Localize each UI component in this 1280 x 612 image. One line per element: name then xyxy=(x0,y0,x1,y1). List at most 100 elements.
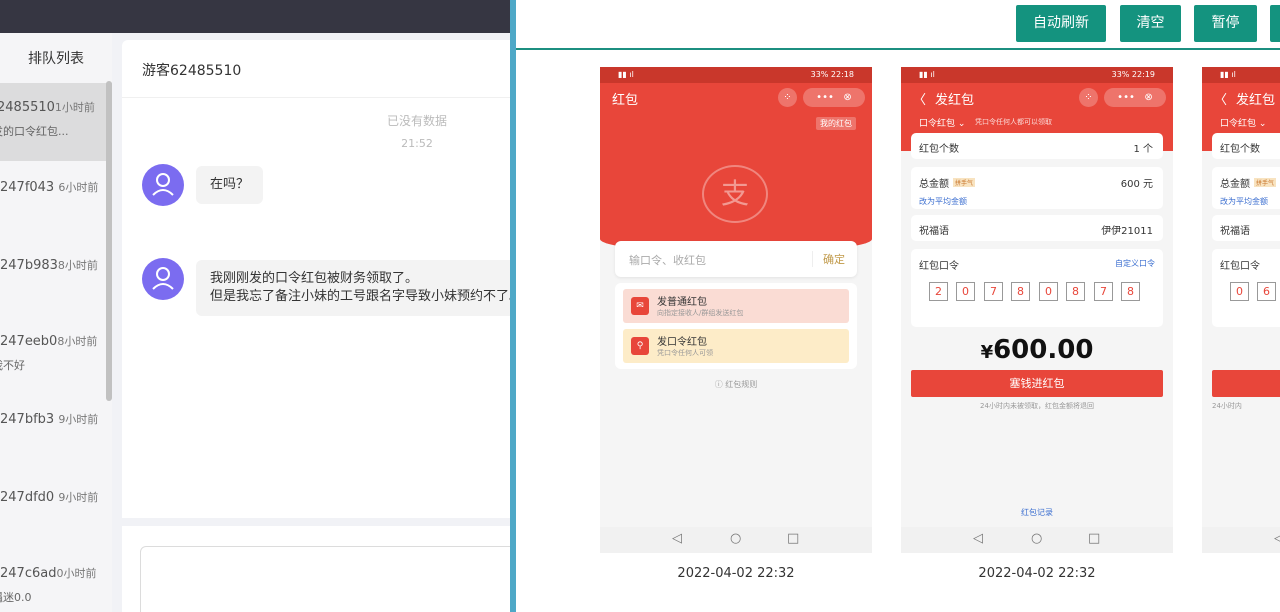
queue-title: 排队列表 xyxy=(28,51,84,67)
signal-icon: ▮▮ ıl xyxy=(919,70,935,79)
scan-icon: ⁘ xyxy=(778,88,797,107)
pay-button: 塞钱进红包 xyxy=(911,370,1163,397)
my-redpacket-link: 我的红包 xyxy=(816,117,856,130)
code-digit: 8 xyxy=(1011,282,1030,301)
close-icon: ⊗ xyxy=(843,92,852,103)
queue-item-preview: 发的口令红包... xyxy=(0,125,69,138)
close-icon: ⊗ xyxy=(1144,92,1153,103)
queue-item[interactable]: 247eeb08小时前 我不好 xyxy=(0,317,112,395)
queue-list: 排队列表 24855101小时前 发的口令红包... 247f043 6小时前 … xyxy=(0,33,112,612)
clear-button[interactable]: 清空 xyxy=(1120,5,1181,42)
option-title: 发口令红包 xyxy=(657,337,707,348)
auto-refresh-button[interactable]: 自动刷新 xyxy=(1016,5,1106,42)
android-nav-bar: ◁ xyxy=(1202,527,1280,553)
total-value: 600 元 xyxy=(1120,179,1153,190)
refund-hint: 24小时内 xyxy=(1212,402,1242,410)
nav-recent-icon: □ xyxy=(787,531,800,546)
confirm-label: 确定 xyxy=(812,251,845,267)
redpacket-type: 口令红包 ⌄ xyxy=(1220,119,1267,129)
count-row: 红包个数 1 个 xyxy=(911,133,1163,159)
code-digit: 0 xyxy=(1039,282,1058,301)
back-icon: 〈 xyxy=(1214,93,1228,108)
app-title: 发红包 xyxy=(935,93,975,108)
scan-icon: ⁘ xyxy=(1079,88,1098,107)
blessing-value: 伊伊21011 xyxy=(1101,226,1153,237)
code-label: 红包口令 xyxy=(1220,261,1260,272)
code-digit: 0 xyxy=(1230,282,1249,301)
alipay-emblem-icon: 支 xyxy=(702,165,768,223)
chat-timestamp: 21:52 xyxy=(401,137,433,150)
nav-recent-icon: □ xyxy=(1088,531,1101,546)
message-text: 我刚刚发的口令红包被财务领取了。 xyxy=(210,271,419,286)
pause-button[interactable]: 暂停 xyxy=(1194,5,1257,42)
queue-item-time: 1小时前 xyxy=(54,101,95,114)
count-label: 红包个数 xyxy=(1220,144,1260,155)
app-bar: 〈 发红包 ⁘ ••• ⊗ xyxy=(901,83,1173,113)
count-row: 红包个数 xyxy=(1212,133,1280,159)
queue-item-time: 0小时前 xyxy=(56,567,97,580)
top-bar xyxy=(0,0,510,33)
phone-screenshot-3[interactable]: ▮▮ ıl 〈 发红包 口令红包 ⌄ 红包个数 总金额 拼手气 改为平均金额 祝福… xyxy=(1202,67,1280,553)
blessing-label: 祝福语 xyxy=(919,226,949,237)
queue-scrollbar[interactable] xyxy=(106,81,112,401)
code-digit: 7 xyxy=(984,282,1003,301)
nav-back-icon: ◁ xyxy=(973,531,983,546)
queue-item-id: 2485510 xyxy=(0,100,55,115)
capsule-menu: ••• ⊗ xyxy=(1104,88,1166,107)
back-icon: 〈 xyxy=(913,93,927,108)
redpacket-type: 口令红包 ⌄ xyxy=(919,119,966,129)
queue-item[interactable]: 24855101小时前 发的口令红包... xyxy=(0,83,112,161)
blessing-row: 祝福语 xyxy=(1212,215,1280,241)
queue-item-preview: 我不好 xyxy=(0,359,25,372)
total-row: 总金额 拼手气 改为平均金额 xyxy=(1212,167,1280,209)
queue-item-id: 247c6ad xyxy=(0,566,57,581)
option-title: 发普通红包 xyxy=(657,297,707,308)
pay-button xyxy=(1212,370,1280,397)
blessing-label: 祝福语 xyxy=(1220,226,1250,237)
viewer-toolbar: 自动刷新 清空 暂停 xyxy=(516,0,1280,50)
queue-item-time: 6小时前 xyxy=(58,181,99,194)
more-icon: ••• xyxy=(816,92,834,103)
chat-title: 游客62485510 xyxy=(122,40,510,98)
code-digit: 2 xyxy=(929,282,948,301)
code-digit: 6 xyxy=(1257,282,1276,301)
redpacket-type-desc: 凭口令任何人都可以领取 xyxy=(975,118,1052,126)
queue-item[interactable]: 247f043 6小时前 xyxy=(0,161,112,239)
key-icon: ⚲ xyxy=(631,337,649,355)
status-right: 33% 22:18 xyxy=(810,70,854,79)
message-input[interactable] xyxy=(140,546,510,612)
message-text: 但是我忘了备注小妹的工号跟名字导致小妹预约不了。 xyxy=(210,289,510,304)
queue-item-id: 247dfd0 xyxy=(0,490,55,505)
nav-back-icon: ◁ xyxy=(672,531,682,546)
random-tag: 拼手气 xyxy=(1254,178,1277,187)
user-avatar-icon xyxy=(142,164,184,206)
status-bar: ▮▮ ıl xyxy=(1202,67,1280,83)
code-digit: 7 xyxy=(1094,282,1113,301)
queue-item-preview: 遇迷0.0 xyxy=(0,591,32,604)
switch-average-link: 改为平均金额 xyxy=(919,197,967,206)
blessing-row: 祝福语 伊伊21011 xyxy=(911,215,1163,241)
message-text: 在吗？ xyxy=(210,177,250,192)
queue-item[interactable]: 247b9838小时前 xyxy=(0,239,112,317)
custom-code-link: 自定义口令 xyxy=(1115,259,1155,268)
phone-screenshot-2[interactable]: ▮▮ ıl 33% 22:19 〈 发红包 ⁘ ••• ⊗ 口令红包 ⌄ 凭口令任… xyxy=(901,67,1173,553)
count-value: 1 个 xyxy=(1133,144,1153,155)
queue-item[interactable]: 247c6ad0小时前 遇迷0.0 xyxy=(0,551,112,612)
phone-screenshot-1[interactable]: ▮▮ ıl 33% 22:18 红包 ⁘ ••• ⊗ 我的红包 支 输口令、收红包… xyxy=(600,67,872,553)
total-row: 总金额 拼手气 600 元 改为平均金额 xyxy=(911,167,1163,209)
code-digit: 8 xyxy=(1121,282,1140,301)
app-title: 红包 xyxy=(612,93,639,108)
refund-hint: 24小时内未被领取，红包金额将退回 xyxy=(980,402,1094,410)
total-label: 总金额 拼手气 xyxy=(919,178,976,190)
queue-item-time: 8小时前 xyxy=(57,335,98,348)
queue-item[interactable]: 247dfd0 9小时前 xyxy=(0,473,112,551)
app-bar: 红包 ⁘ ••• ⊗ xyxy=(600,83,872,113)
message-input-area xyxy=(122,526,510,612)
message-bubble: 在吗？ xyxy=(196,166,264,204)
customer-service-panel: 排队列表 24855101小时前 发的口令红包... 247f043 6小时前 … xyxy=(0,0,510,612)
queue-item[interactable]: 247bfb3 9小时前 xyxy=(0,395,112,473)
code-digit: 8 xyxy=(1066,282,1085,301)
status-bar: ▮▮ ıl 33% 22:18 xyxy=(600,67,872,83)
currency-symbol: ¥ xyxy=(980,342,994,363)
more-button[interactable] xyxy=(1270,5,1280,42)
